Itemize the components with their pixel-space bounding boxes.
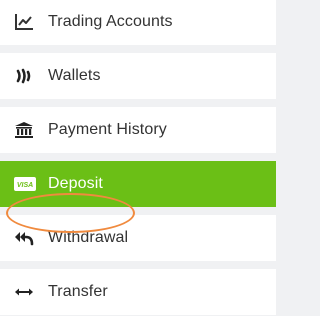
menu-item-label: Payment History (48, 121, 167, 138)
chart-line-icon (14, 12, 34, 32)
menu-item-withdrawal[interactable]: Withdrawal (0, 215, 276, 261)
bank-icon (14, 120, 34, 140)
svg-text:VISA: VISA (17, 182, 33, 189)
menu-item-label: Wallets (48, 67, 101, 84)
menu-item-label: Transfer (48, 283, 108, 300)
menu-item-payment-history[interactable]: Payment History (0, 107, 276, 153)
menu-item-label: Trading Accounts (48, 13, 173, 30)
arrows-horizontal-icon (14, 282, 34, 302)
reply-all-icon (14, 228, 34, 248)
menu-item-transfer[interactable]: Transfer (0, 269, 276, 315)
menu-item-trading-accounts[interactable]: Trading Accounts (0, 0, 276, 45)
menu-item-label: Withdrawal (48, 229, 129, 246)
wallet-icon (14, 66, 34, 86)
sidebar-menu: Trading Accounts Wallets Payment History (0, 0, 280, 316)
menu-item-wallets[interactable]: Wallets (0, 53, 276, 99)
menu-item-label: Deposit (48, 175, 103, 192)
visa-card-icon: VISA (14, 174, 36, 194)
menu-item-deposit[interactable]: VISA Deposit (0, 161, 276, 207)
